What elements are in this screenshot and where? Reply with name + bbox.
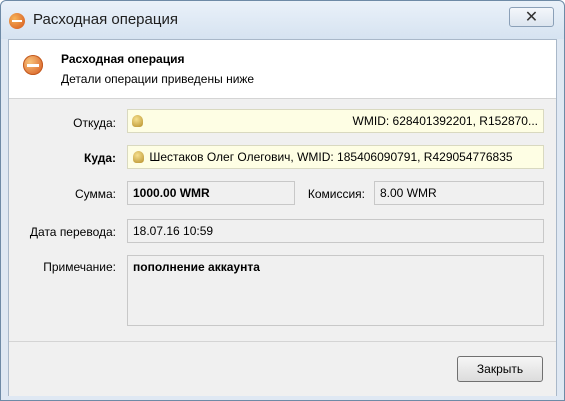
close-window-button[interactable]: ✕ [509,7,554,27]
to-field[interactable]: Шестаков Олег Олегович, WMID: 1854060907… [127,145,544,169]
header-subtitle: Детали операции приведены ниже [61,72,255,86]
webmoney-user-icon [132,115,143,127]
note-value: пополнение аккаунта [133,260,260,274]
fee-field: 8.00 WMR [374,181,544,205]
webmoney-user-icon [133,151,144,163]
from-value: WMID: 628401392201, R152870... [352,114,538,128]
dialog-window: Расходная операция ✕ Расходная операция … [0,0,565,401]
minus-circle-icon [23,55,43,75]
header-title: Расходная операция [61,52,185,66]
from-field[interactable]: WMID: 628401392201, R152870... [127,109,544,133]
note-label: Примечание: [43,260,116,274]
dialog-body: Расходная операция Детали операции приве… [8,39,557,396]
fee-label: Комиссия: [307,187,365,201]
from-label: Откуда: [73,116,116,130]
to-label: Куда: [84,151,116,165]
amount-field: 1000.00 WMR [127,181,295,205]
close-icon: ✕ [524,9,539,26]
fee-value: 8.00 WMR [380,186,437,200]
minus-circle-icon [9,13,25,29]
title-bar: Расходная операция ✕ [1,1,564,39]
dialog-header: Расходная операция Детали операции приве… [9,40,556,99]
window-title: Расходная операция [33,11,178,28]
close-button[interactable]: Закрыть [457,356,543,382]
date-field: 18.07.16 10:59 [127,219,544,243]
amount-value: 1000.00 WMR [133,186,210,200]
note-field[interactable]: пополнение аккаунта [127,255,544,326]
date-label: Дата перевода: [29,225,116,239]
amount-label: Сумма: [74,187,116,201]
date-value: 18.07.16 10:59 [133,224,214,238]
to-value: Шестаков Олег Олегович, WMID: 1854060907… [149,150,513,164]
